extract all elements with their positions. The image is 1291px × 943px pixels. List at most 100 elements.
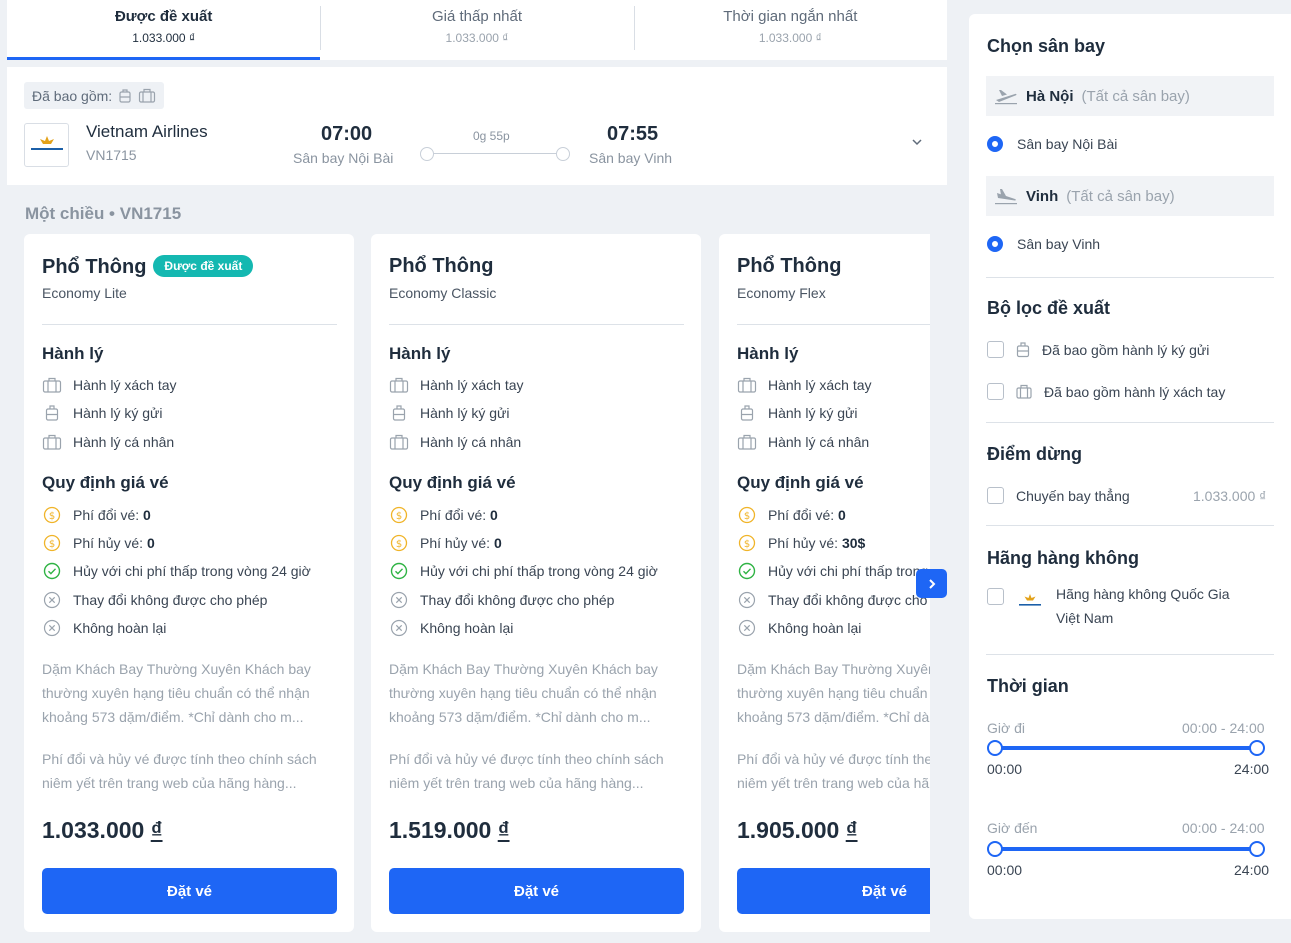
coin-icon: $ [390,506,408,524]
fare-name: Phổ Thông [737,255,842,277]
fare-card: Phổ Thông Economy Classic Hành lý Hành l… [371,234,701,932]
check-circle-icon [43,562,61,580]
svg-text:$: $ [396,511,402,522]
filter-carry-on[interactable]: Đã bao gồm hành lý xách tay [987,383,1225,400]
cancel-fee-row: $ Phí hủy vé: 30$ [737,533,865,553]
carry-on-row: Hành lý xách tay [42,375,177,395]
x-circle-icon [390,619,408,637]
rules-heading: Quy định giá vé [389,473,516,492]
no-refund-row: Không hoàn lại [737,618,861,638]
plane-landing-icon [995,189,1017,205]
fare-card: Phổ Thông Economy Flex Hành lý Hành lý x… [719,234,930,932]
filter-label: Đã bao gồm hành lý ký gửi [1042,341,1210,358]
airline-name: Vietnam Airlines [86,122,208,141]
book-button[interactable]: Đặt vé [737,868,930,914]
arrive-time-slider[interactable] [987,841,1265,857]
filter-label: Đã bao gồm hành lý xách tay [1044,383,1226,400]
book-button[interactable]: Đặt vé [42,868,337,914]
no-change-row: Thay đổi không được cho phép [389,590,614,610]
checked-bag-icon [1016,342,1030,358]
depart-time: 07:00 [321,123,373,145]
arrive-time-range: 00:00 - 24:00 [1182,820,1265,836]
time-filter-title: Thời gian [987,676,1069,696]
carry-on-bag-icon [139,88,156,103]
checked-bag-icon [45,405,59,421]
check-circle-icon [738,562,756,580]
depart-min: 00:00 [987,761,1023,777]
filter-airline[interactable]: Hãng hàng không Quốc Gia Việt Nam [987,586,1230,630]
flight-duration: 0g 55p [473,129,510,143]
section-title: Một chiều • VN1715 [25,204,182,223]
personal-item-row: Hành lý cá nhân [389,432,521,452]
depart-max: 24:00 [1234,761,1270,777]
cancel-fee-row: $ Phí hủy vé: 0 [389,533,502,553]
slider-handle-min[interactable] [987,740,1003,756]
arrive-min: 00:00 [987,862,1023,878]
checkbox[interactable] [987,487,1004,504]
cancel-fee-row: $ Phí hủy vé: 0 [42,533,155,553]
airline-logo [1016,587,1044,615]
book-button[interactable]: Đặt vé [389,868,684,914]
filter-nonstop[interactable]: Chuyến bay thẳng [987,487,1130,504]
miles-note: Dặm Khách Bay Thường Xuyên Khách baythườ… [737,661,930,725]
tab-fastest[interactable]: Thời gian ngắn nhất 1.033.000 ₫ [633,0,947,60]
carry-on-row: Hành lý xách tay [389,375,524,395]
tab-label: Được đề xuất [114,8,213,25]
x-circle-icon [43,591,61,609]
checked-bag-icon [119,88,131,103]
change-fee-row: $ Phí đổi vé: 0 [737,505,846,525]
fare-subclass: Economy Lite [42,285,127,301]
slider-handle-max[interactable] [1249,841,1265,857]
slider-handle-max[interactable] [1249,740,1265,756]
tab-cheapest[interactable]: Giá thấp nhất 1.033.000 ₫ [320,0,633,60]
policy-note: Phí đổi và hủy vé được tính theo chính s… [737,751,930,791]
fare-name: Phổ Thông [389,255,494,277]
svg-text:$: $ [744,511,750,522]
arrive-time-label: Giờ đến [987,820,1038,836]
sort-tabs: Được đề xuất 1.033.000 ₫ Giá thấp nhất 1… [7,0,947,60]
slider-handle-min[interactable] [987,841,1003,857]
airline-logo [24,123,69,167]
no-change-row: Thay đổi không được cho phép [737,590,930,610]
tab-label: Giá thấp nhất [431,8,523,25]
fare-subclass: Economy Flex [737,285,826,301]
fare-subclass: Economy Classic [389,285,497,301]
chevron-down-icon[interactable] [910,137,924,147]
next-fares-button[interactable] [916,569,947,598]
svg-text:$: $ [49,511,55,522]
carry-on-row: Hành lý xách tay [737,375,872,395]
flight-summary[interactable]: Đã bao gồm: Vietnam Airlines VN1715 07:0… [7,67,947,185]
checkbox[interactable] [987,383,1004,400]
radio-selected[interactable] [987,136,1003,152]
divider [389,324,684,325]
fare-price: 1.033.000 ₫ [42,817,163,843]
divider [737,324,930,325]
coin-icon: $ [43,534,61,552]
checkbox[interactable] [987,341,1004,358]
miles-note: Dặm Khách Bay Thường Xuyên Khách baythườ… [389,661,658,725]
tab-recommended[interactable]: Được đề xuất 1.033.000 ₫ [7,0,321,60]
filter-checked-bag[interactable]: Đã bao gồm hành lý ký gửi [987,341,1209,358]
fare-price: 1.519.000 ₫ [389,817,510,843]
check-circle-icon [390,562,408,580]
policy-note: Phí đổi và hủy vé được tính theo chính s… [42,751,317,791]
depart-time-range: 00:00 - 24:00 [1182,720,1265,736]
origin-airport-option[interactable]: Sân bay Nội Bài [987,136,1117,152]
change-fee-row: $ Phí đổi vé: 0 [42,505,151,525]
baggage-heading: Hành lý [42,344,104,363]
checkbox[interactable] [987,588,1004,605]
suggest-filter-title: Bộ lọc đề xuất [987,298,1111,318]
arrive-max: 24:00 [1234,862,1270,878]
radio-selected[interactable] [987,236,1003,252]
x-circle-icon [738,591,756,609]
fare-card: Phổ Thông Được đề xuất Economy Lite Hành … [24,234,354,932]
depart-time-label: Giờ đi [987,720,1025,736]
destination-airport-option[interactable]: Sân bay Vinh [987,236,1100,252]
tab-price: 1.033.000 ₫ [445,31,509,45]
policy-note: Phí đổi và hủy vé được tính theo chính s… [389,751,664,791]
fare-price: 1.905.000 ₫ [737,817,858,843]
depart-time-slider[interactable] [987,740,1265,756]
plane-takeoff-icon [995,90,1017,105]
miles-note: Dặm Khách Bay Thường Xuyên Khách baythườ… [42,661,311,725]
personal-item-icon [389,434,409,450]
